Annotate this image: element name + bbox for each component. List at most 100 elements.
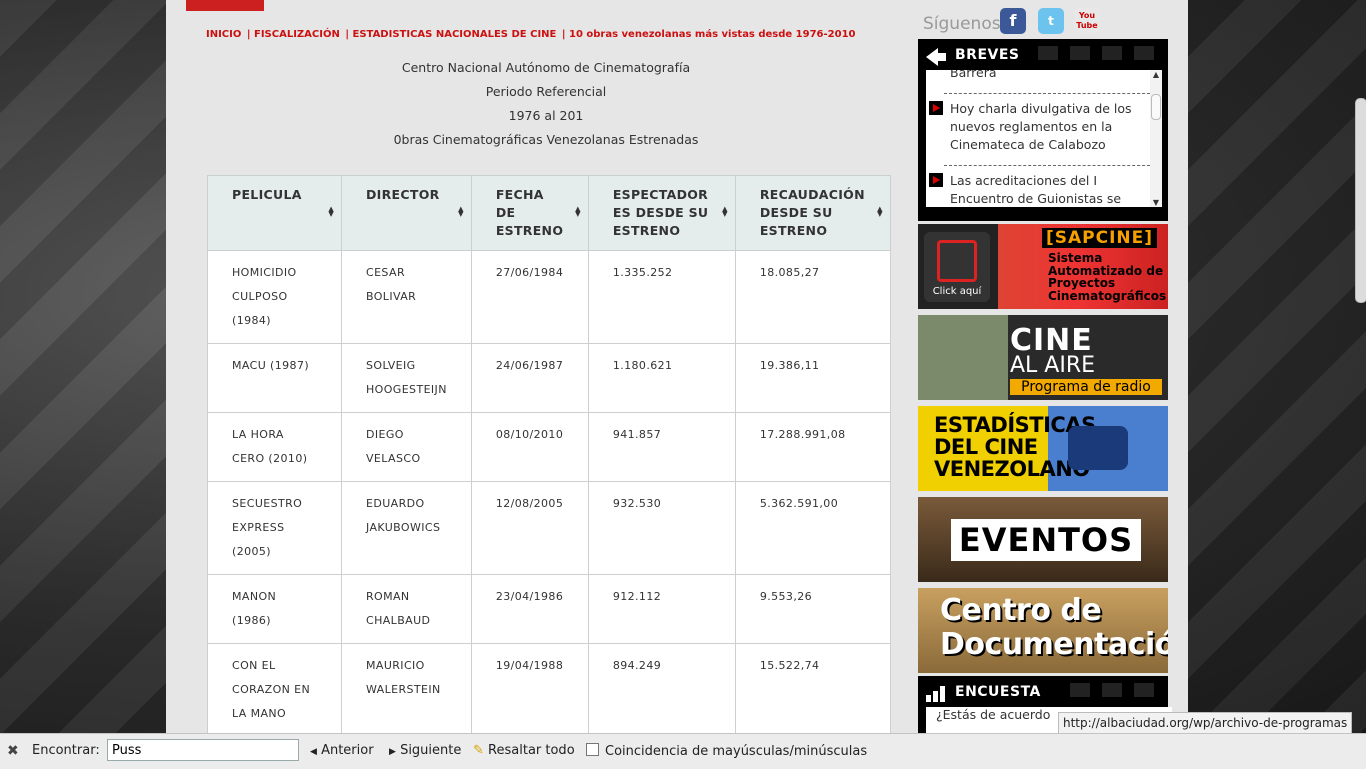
arrow-right-icon: ▶: [389, 747, 396, 757]
cell-recaudacion: 18.085,27: [734, 250, 891, 344]
sort-icon[interactable]: ▲ ▼: [328, 206, 334, 218]
table-row: MACU (1987) SOLVEIG HOOGESTEIJN 24/06/19…: [207, 343, 891, 413]
megaphone-icon: [926, 48, 946, 66]
cell-recaudacion: 15.522,74: [734, 643, 891, 733]
breadcrumb-inicio[interactable]: INICIO: [206, 29, 241, 40]
table-row: CON EL CORAZON EN LA MANO (1988) MAURICI…: [207, 643, 891, 733]
cell-director: CESAR BOLIVAR: [341, 250, 472, 344]
news-item[interactable]: Barrera: [950, 70, 1140, 82]
film-strip-decor: [1102, 46, 1122, 60]
estadisticas-banner[interactable]: ESTADÍSTICAS DEL CINE VENEZOLANO: [918, 406, 1168, 491]
cell-recaudacion: 5.362.591,00: [734, 481, 891, 575]
download-icon[interactable]: Click aquí: [924, 232, 990, 302]
scroll-up-icon[interactable]: ▲: [1150, 70, 1162, 79]
film-strip-decor: [1070, 683, 1090, 697]
film-strip-decor: [1102, 683, 1122, 697]
heading-line3: 1976 al 201: [508, 108, 584, 123]
cell-pelicula: HOMICIDIO CULPOSO (1984): [207, 250, 342, 344]
bar-chart-icon: [926, 686, 946, 702]
column-header-espectadores[interactable]: ESPECTADOR ES DESDE SU ESTRENO ▲ ▼: [587, 175, 736, 251]
play-bullet-icon: [929, 101, 943, 115]
table-row: MANON (1986) ROMAN CHALBAUD 23/04/1986 9…: [207, 574, 891, 644]
cell-fecha: 08/10/2010: [470, 412, 589, 482]
breadcrumb-fiscalizacion[interactable]: FISCALIZACIÓN: [254, 29, 340, 40]
window-scrollbar[interactable]: [1354, 0, 1366, 733]
facebook-icon[interactable]: f: [1000, 8, 1026, 34]
breves-title: BREVES: [955, 47, 1020, 63]
twitter-icon[interactable]: t: [1038, 8, 1064, 34]
cell-fecha: 23/04/1986: [470, 574, 589, 644]
cell-director: MAURICIO WALERSTEIN: [341, 643, 472, 733]
cell-espectadores: 1.335.252: [587, 250, 736, 344]
find-input[interactable]: [107, 739, 299, 761]
divider: [944, 165, 1150, 166]
camera-icon: [1068, 426, 1128, 470]
content-page: INICIO | FISCALIZACIÓN | ESTADISTICAS NA…: [166, 0, 1188, 733]
cell-recaudacion: 19.386,11: [734, 343, 891, 413]
window-scroll-thumb[interactable]: [1355, 98, 1366, 303]
page-heading: Centro Nacional Autónomo de Cinematograf…: [206, 56, 886, 152]
news-item[interactable]: Hoy charla divulgativa de los nuevos reg…: [950, 100, 1140, 154]
arrow-left-icon: ◀: [310, 747, 317, 757]
eventos-banner[interactable]: EVENTOS: [918, 497, 1168, 582]
match-case-checkbox[interactable]: Coincidencia de mayúsculas/minúsculas: [586, 743, 867, 759]
find-label: Encontrar:: [32, 743, 100, 758]
cell-pelicula: MANON (1986): [207, 574, 342, 644]
news-item[interactable]: Las acreditaciones del I Encuentro de Gu…: [950, 172, 1140, 207]
cell-fecha: 27/06/1984: [470, 250, 589, 344]
sapcine-subtitle: Sistema Automatizado de Proyectos Cinema…: [1048, 251, 1167, 303]
cell-fecha: 12/08/2005: [470, 481, 589, 575]
column-header-fecha[interactable]: FECHA DE ESTRENO ▲ ▼: [470, 175, 589, 251]
film-strip-decor: [1038, 46, 1058, 60]
siguenos-label: Síguenos: [923, 14, 1001, 34]
breadcrumb-current[interactable]: 10 obras venezolanas más vistas desde 19…: [569, 29, 856, 40]
find-previous-button[interactable]: ◀ Anterior: [310, 743, 374, 758]
cine-al-aire-line3: Programa de radio: [1010, 379, 1162, 395]
close-icon[interactable]: ✖: [7, 743, 19, 759]
find-bar: ✖ Encontrar: ◀ Anterior ▶ Siguiente ✎ Re…: [0, 733, 1366, 769]
cell-espectadores: 912.112: [587, 574, 736, 644]
breves-scrollbar[interactable]: ▲ ▼: [1150, 70, 1162, 207]
scroll-down-icon[interactable]: ▼: [1150, 198, 1162, 207]
film-strip-decor: [1134, 683, 1154, 697]
checkbox-icon[interactable]: [586, 743, 599, 756]
column-header-pelicula[interactable]: PELICULA ▲ ▼: [207, 175, 342, 251]
sapcine-banner[interactable]: Click aquí [SAPCINE] Sistema Automatizad…: [918, 224, 1168, 309]
eventos-text: EVENTOS: [951, 519, 1141, 561]
table-header-row: PELICULA ▲ ▼ DIRECTOR ▲ ▼ FECHA DE ESTRENO ▲ ▼…: [207, 175, 891, 251]
film-strip-decor: [1134, 46, 1154, 60]
cell-director: SOLVEIG HOOGESTEIJN: [341, 343, 472, 413]
cell-espectadores: 1.180.621: [587, 343, 736, 413]
sort-icon[interactable]: ▲ ▼: [575, 206, 581, 218]
heading-line4: 0bras Cinematográficas Venezolanas Estre…: [393, 132, 699, 147]
sort-icon[interactable]: ▲ ▼: [458, 206, 464, 218]
youtube-icon[interactable]: You Tube: [1074, 8, 1100, 34]
sort-icon[interactable]: ▲ ▼: [722, 206, 728, 218]
column-header-recaudacion[interactable]: RECAUDACIÓN DESDE SU ESTRENO ▲ ▼: [734, 175, 891, 251]
breves-list: Barrera Hoy charla divulgativa de los nu…: [926, 70, 1150, 207]
stats-table: PELICULA ▲ ▼ DIRECTOR ▲ ▼ FECHA DE ESTRENO ▲ ▼…: [207, 175, 891, 733]
encuesta-title: ENCUESTA: [955, 684, 1041, 700]
cell-espectadores: 932.530: [587, 481, 736, 575]
table-row: LA HORA CERO (2010) DIEGO VELASCO 08/10/…: [207, 412, 891, 482]
table-row: HOMICIDIO CULPOSO (1984) CESAR BOLIVAR 2…: [207, 250, 891, 344]
highlight-all-button[interactable]: ✎ Resaltar todo: [473, 743, 575, 758]
sapcine-title: [SAPCINE]: [1042, 228, 1158, 248]
documentacion-text: Centro de Documentación: [940, 593, 1168, 662]
cell-pelicula: SECUESTRO EXPRESS (2005): [207, 481, 342, 575]
column-header-director[interactable]: DIRECTOR ▲ ▼: [341, 175, 472, 251]
cell-director: EDUARDO JAKUBOWICS: [341, 481, 472, 575]
film-strip-decor: [1070, 46, 1090, 60]
status-url: http://albaciudad.org/wp/archivo-de-prog…: [1058, 712, 1353, 735]
cell-espectadores: 941.857: [587, 412, 736, 482]
cell-pelicula: CON EL CORAZON EN LA MANO (1988): [207, 643, 342, 733]
scroll-thumb[interactable]: [1151, 94, 1161, 120]
sort-icon[interactable]: ▲ ▼: [877, 206, 883, 218]
breadcrumb: INICIO | FISCALIZACIÓN | ESTADISTICAS NA…: [206, 29, 856, 40]
cine-al-aire-banner[interactable]: CINE AL AIRE Programa de radio: [918, 315, 1168, 400]
find-next-button[interactable]: ▶ Siguiente: [389, 743, 461, 758]
cell-espectadores: 894.249: [587, 643, 736, 733]
documentacion-banner[interactable]: Centro de Documentación: [918, 588, 1168, 673]
cell-pelicula: LA HORA CERO (2010): [207, 412, 342, 482]
breadcrumb-estadisticas[interactable]: ESTADISTICAS NACIONALES DE CINE: [352, 29, 556, 40]
